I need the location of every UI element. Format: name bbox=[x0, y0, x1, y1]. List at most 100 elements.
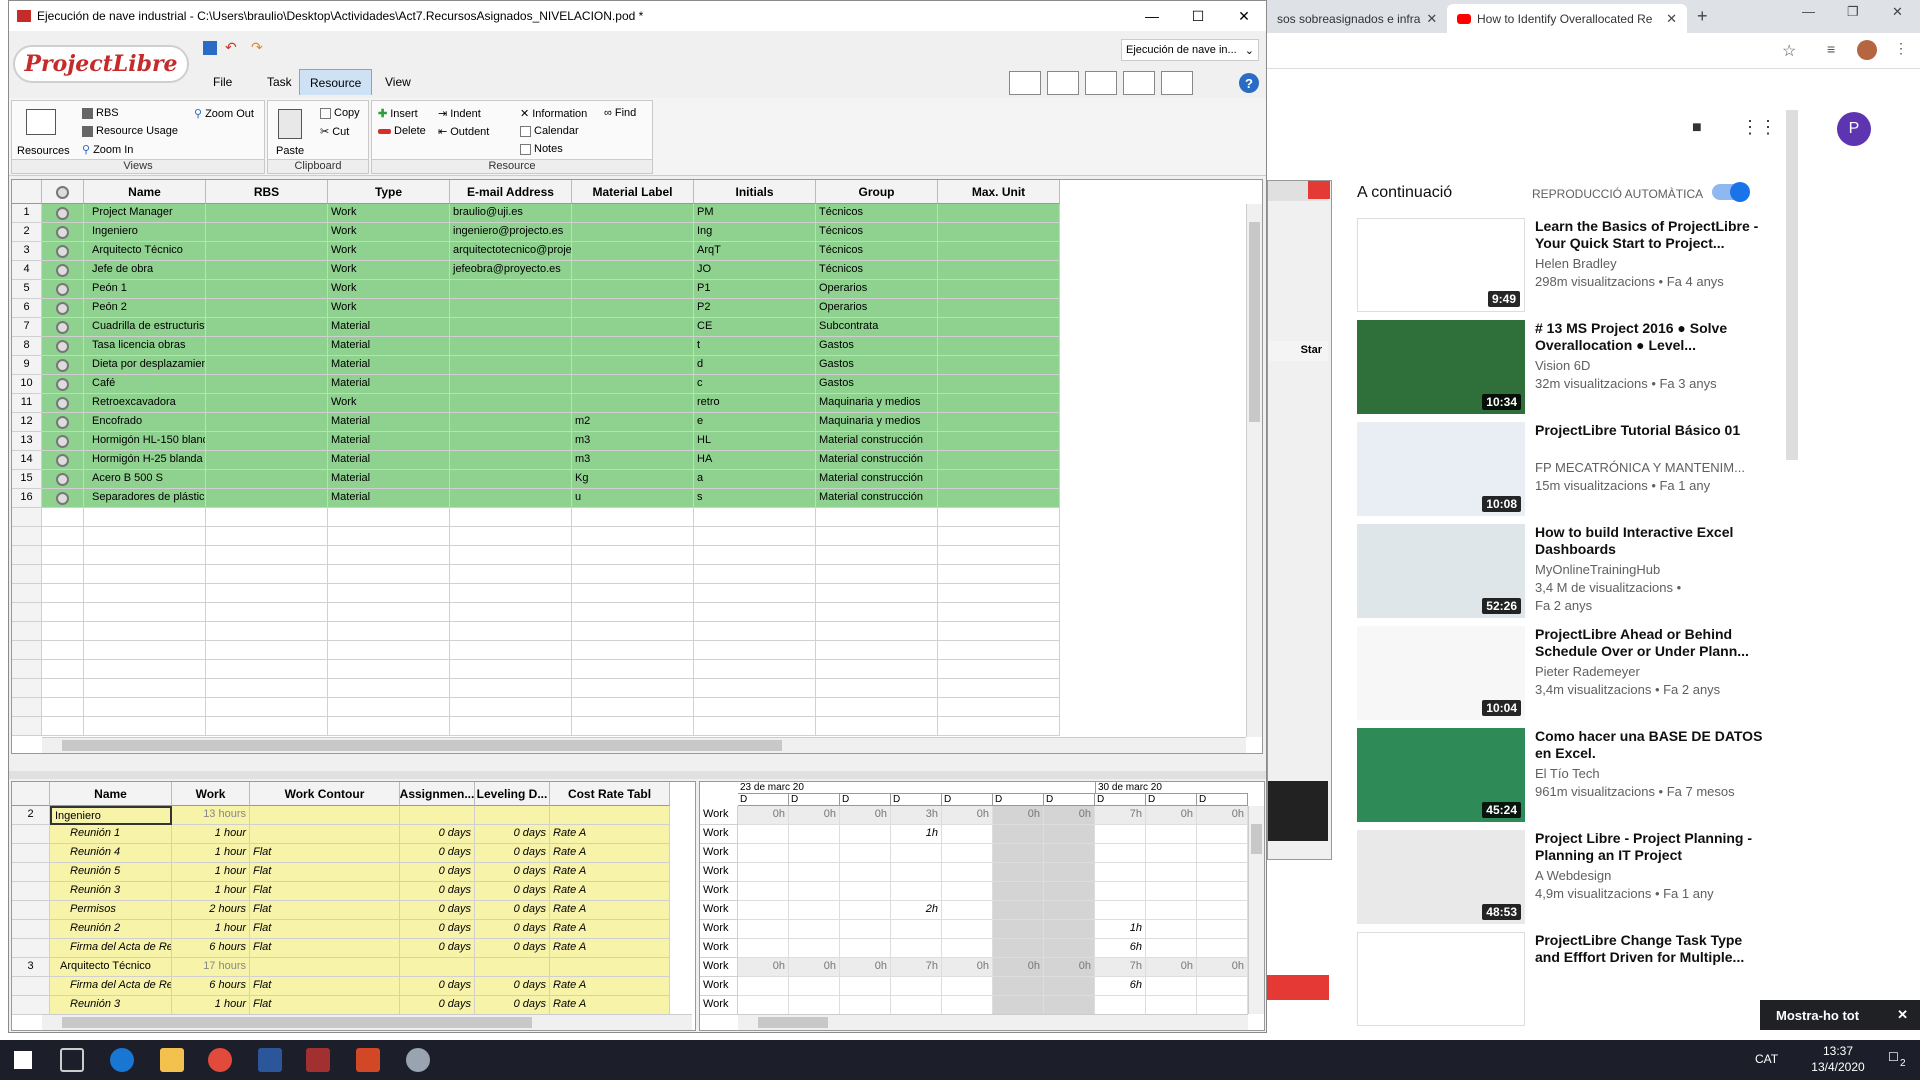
restore-icon[interactable]: ❐ bbox=[1847, 4, 1859, 20]
timescale-cell[interactable] bbox=[840, 920, 891, 939]
table-cell[interactable] bbox=[572, 299, 694, 318]
timescale-cell[interactable]: 0h bbox=[993, 958, 1044, 977]
table-cell[interactable]: Cuadrilla de estructuristas bbox=[84, 318, 206, 337]
timescale-cell[interactable] bbox=[1095, 996, 1146, 1015]
table-cell[interactable] bbox=[816, 603, 938, 622]
table-cell[interactable]: ingeniero@projecto.es bbox=[450, 223, 572, 242]
close-icon[interactable]: ✕ bbox=[1897, 1007, 1908, 1023]
table-cell[interactable]: Work bbox=[328, 280, 450, 299]
table-cell[interactable] bbox=[475, 958, 550, 977]
table-cell[interactable] bbox=[572, 698, 694, 717]
table-cell[interactable] bbox=[206, 565, 328, 584]
timescale-cell[interactable]: 0h bbox=[738, 958, 789, 977]
table-cell[interactable] bbox=[816, 622, 938, 641]
word-icon[interactable] bbox=[258, 1048, 282, 1072]
table-cell[interactable] bbox=[206, 223, 328, 242]
menu-icon[interactable]: ⋮ bbox=[1894, 40, 1908, 57]
table-cell[interactable]: arquitectotecnico@projecto... bbox=[450, 242, 572, 261]
close-window-icon[interactable]: ✕ bbox=[1892, 4, 1903, 20]
timescale-cell[interactable]: 0h bbox=[789, 806, 840, 825]
indicator-cell[interactable] bbox=[42, 717, 84, 736]
table-cell[interactable]: m2 bbox=[572, 413, 694, 432]
table-cell[interactable] bbox=[84, 527, 206, 546]
table-cell[interactable] bbox=[938, 394, 1060, 413]
timescale-cell[interactable] bbox=[738, 901, 789, 920]
close-button[interactable]: ✕ bbox=[1221, 1, 1266, 31]
indicator-cell[interactable] bbox=[42, 584, 84, 603]
timescale-cell[interactable] bbox=[1197, 996, 1248, 1015]
table-cell[interactable]: Rate A bbox=[550, 825, 670, 844]
table-cell[interactable]: d bbox=[694, 356, 816, 375]
table-cell[interactable] bbox=[450, 584, 572, 603]
table-cell[interactable] bbox=[328, 508, 450, 527]
table-cell[interactable]: Hormigón HL-150 blanda TM bbox=[84, 432, 206, 451]
table-cell[interactable] bbox=[450, 413, 572, 432]
column-header[interactable]: Name bbox=[50, 782, 172, 806]
table-cell[interactable] bbox=[938, 204, 1060, 223]
table-cell[interactable] bbox=[572, 242, 694, 261]
resources-button[interactable]: Resources bbox=[17, 145, 70, 157]
table-cell[interactable]: 13 hours bbox=[172, 806, 250, 825]
timescale-cell[interactable] bbox=[840, 825, 891, 844]
table-cell[interactable] bbox=[572, 717, 694, 736]
table-cell[interactable]: Material bbox=[328, 413, 450, 432]
autoplay-toggle[interactable] bbox=[1712, 182, 1750, 202]
timescale-cell[interactable]: 0h bbox=[1044, 958, 1095, 977]
table-cell[interactable]: Rate A bbox=[550, 844, 670, 863]
calendar-button[interactable]: Calendar bbox=[520, 125, 579, 137]
row-number[interactable]: 1 bbox=[12, 204, 42, 223]
timescale-cell[interactable] bbox=[891, 996, 942, 1015]
table-cell[interactable] bbox=[938, 242, 1060, 261]
table-cell[interactable] bbox=[206, 584, 328, 603]
table-cell[interactable]: braulio@uji.es bbox=[450, 204, 572, 223]
video-thumbnail[interactable]: 9:49 bbox=[1357, 218, 1525, 312]
notification-icon[interactable]: ☐ bbox=[1888, 1050, 1899, 1064]
timescale-cell[interactable] bbox=[840, 844, 891, 863]
table-cell[interactable] bbox=[84, 660, 206, 679]
table-cell[interactable] bbox=[938, 717, 1060, 736]
video-thumbnail[interactable]: 48:53 bbox=[1357, 830, 1525, 924]
table-cell[interactable] bbox=[328, 622, 450, 641]
timescale-cell[interactable] bbox=[993, 920, 1044, 939]
table-cell[interactable]: Técnicos bbox=[816, 223, 938, 242]
table-cell[interactable] bbox=[328, 584, 450, 603]
timescale-cell[interactable] bbox=[1095, 825, 1146, 844]
row-number[interactable]: 7 bbox=[12, 318, 42, 337]
table-cell[interactable] bbox=[694, 603, 816, 622]
table-cell[interactable]: Técnicos bbox=[816, 204, 938, 223]
chrome-tab-1[interactable]: sos sobreasignados e infra ✕ bbox=[1267, 4, 1437, 33]
table-cell[interactable] bbox=[328, 641, 450, 660]
column-header[interactable]: Work Contour bbox=[250, 782, 400, 806]
timescale-cell[interactable] bbox=[942, 939, 993, 958]
table-cell[interactable]: 6 hours bbox=[172, 977, 250, 996]
indicator-cell[interactable] bbox=[42, 432, 84, 451]
minimize-button[interactable]: — bbox=[1129, 1, 1175, 31]
timescale-cell[interactable] bbox=[1044, 996, 1095, 1015]
video-thumbnail[interactable]: 45:24 bbox=[1357, 728, 1525, 822]
table-cell[interactable]: 1 hour bbox=[172, 920, 250, 939]
timescale-cell[interactable] bbox=[1197, 901, 1248, 920]
timescale-cell[interactable] bbox=[1197, 939, 1248, 958]
timescale-cell[interactable]: 0h bbox=[993, 806, 1044, 825]
table-cell[interactable]: Rate A bbox=[550, 996, 670, 1015]
table-cell[interactable] bbox=[206, 546, 328, 565]
table-cell[interactable]: Hormigón H-25 blanda TM 20 bbox=[84, 451, 206, 470]
row-number[interactable] bbox=[12, 844, 50, 863]
timescale-cell[interactable] bbox=[1044, 939, 1095, 958]
table-cell[interactable]: 0 days bbox=[400, 901, 475, 920]
table-cell[interactable] bbox=[938, 470, 1060, 489]
timescale-cell[interactable] bbox=[891, 863, 942, 882]
table-cell[interactable] bbox=[694, 622, 816, 641]
table-cell[interactable] bbox=[206, 261, 328, 280]
timescale-cell[interactable] bbox=[1146, 920, 1197, 939]
video-channel[interactable]: Pieter Rademeyer bbox=[1535, 664, 1640, 679]
timescale-cell[interactable]: 0h bbox=[1197, 958, 1248, 977]
timescale-cell[interactable] bbox=[993, 996, 1044, 1015]
table-cell[interactable]: 17 hours bbox=[172, 958, 250, 977]
table-cell[interactable]: 1 hour bbox=[172, 996, 250, 1015]
zoom-in-button[interactable]: ⚲ Zoom In bbox=[82, 143, 133, 157]
column-header[interactable]: Work bbox=[172, 782, 250, 806]
table-cell[interactable]: Ingeniero bbox=[84, 223, 206, 242]
video-title[interactable]: # 13 MS Project 2016 ● Solve Overallocat… bbox=[1535, 320, 1763, 354]
timescale-cell[interactable] bbox=[1197, 920, 1248, 939]
